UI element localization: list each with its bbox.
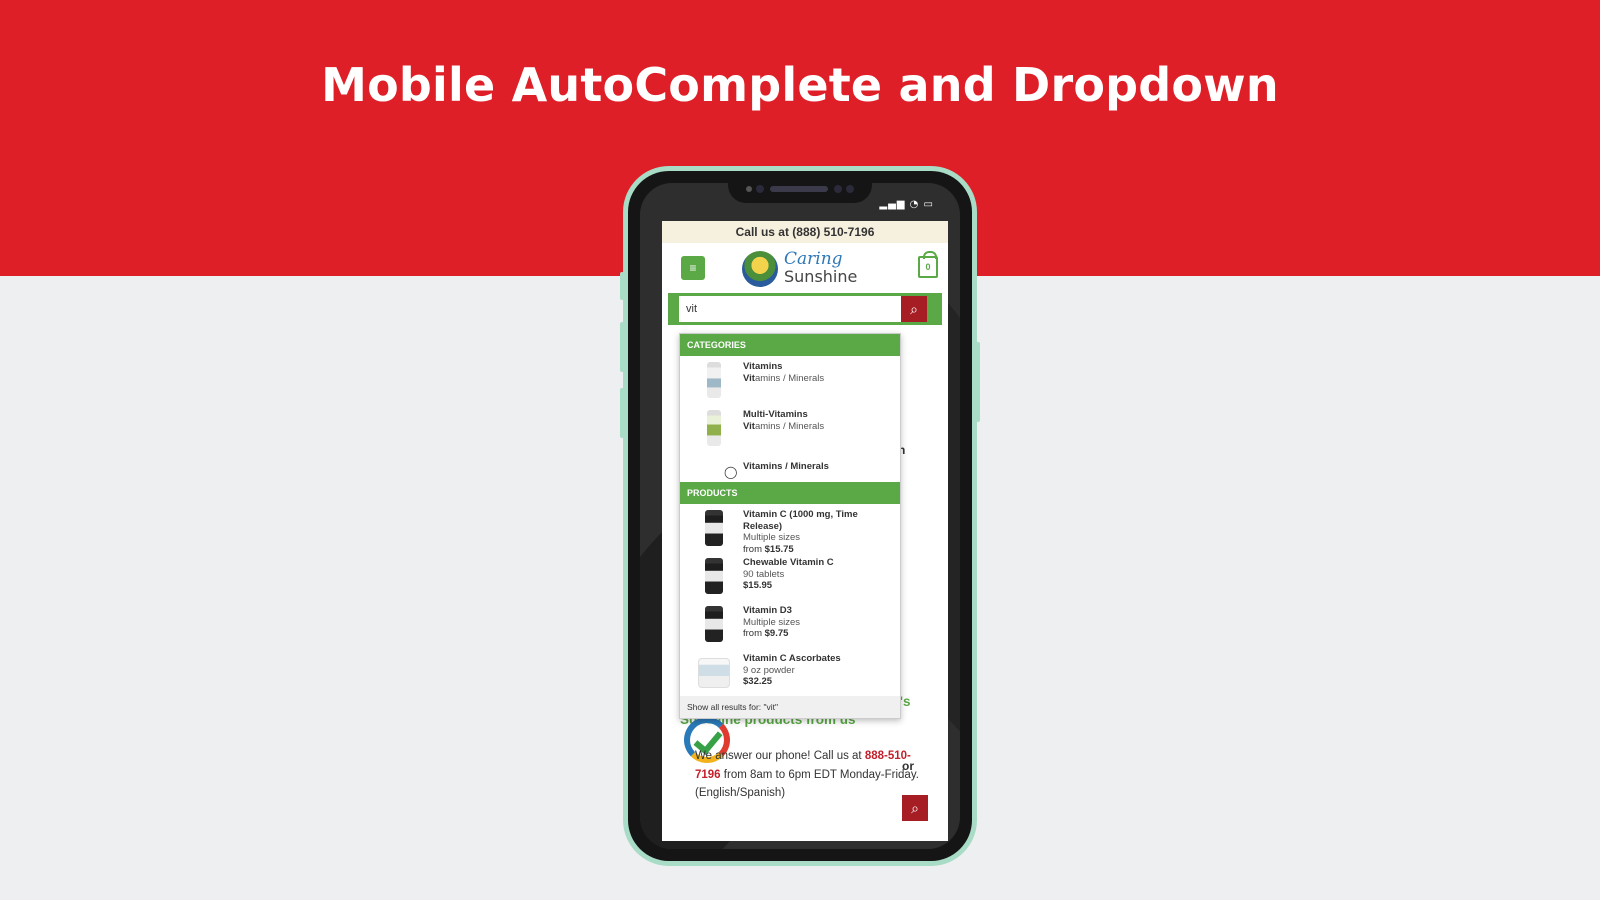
reason-1-text: We answer our phone! Call us at 888-510-…	[695, 747, 920, 803]
product-price: from $9.75	[743, 628, 898, 640]
category-path-rest: amins / Minerals	[754, 420, 825, 432]
product-size: Multiple sizes	[743, 616, 801, 628]
product-item[interactable]: Vitamin D3 Multiple sizes from $9.75	[680, 600, 900, 648]
categories-header: CATEGORIES	[680, 334, 900, 356]
category-thumbnail	[694, 360, 734, 400]
product-price: $32.25	[743, 676, 898, 688]
price-prefix: from	[743, 628, 765, 639]
cart-icon[interactable]: 0	[918, 251, 938, 278]
call-bar[interactable]: Call us at (888) 510-7196	[662, 221, 948, 243]
category-title: Multi-Vitamins	[743, 409, 808, 420]
category-item[interactable]: Vitamins Vitamins / Minerals	[680, 356, 900, 404]
price-value: $32.25	[743, 676, 773, 687]
product-thumbnail	[694, 652, 734, 692]
site-header: ≡ Caring Sunshine 0	[662, 243, 948, 293]
product-title: Vitamin C Ascorbates	[743, 653, 841, 664]
category-path-highlight: Vit	[743, 420, 755, 432]
phone-volume-down	[620, 388, 624, 438]
hamburger-menu-icon[interactable]: ≡	[681, 256, 705, 280]
phone-screen: Call us at (888) 510-7196 ≡ Caring Sunsh…	[662, 221, 948, 841]
category-path: Vitamins / Minerals	[743, 421, 898, 433]
category-title: Vitamins / Minerals	[743, 461, 829, 472]
phone-power-button	[976, 342, 980, 422]
phone-notch	[728, 171, 872, 203]
category-item[interactable]: ◯ Vitamins / Minerals	[680, 452, 900, 482]
product-title: Chewable Vitamin C	[743, 557, 834, 568]
category-path-rest: amins / Minerals	[754, 372, 825, 384]
product-thumbnail	[694, 556, 734, 596]
status-icons: ▂▄▆ ◔ ▭	[879, 199, 934, 210]
category-path: Vitamins / Minerals	[743, 373, 898, 385]
phone-mockup: ▂▄▆ ◔ ▭ Call us at (888) 510-7196 ≡ Cari…	[620, 166, 980, 866]
product-title: Vitamin D3	[743, 605, 792, 616]
phone-silent-switch	[620, 272, 624, 300]
product-size: 90 tablets	[743, 568, 785, 580]
search-button[interactable]: ⌕	[901, 296, 927, 322]
product-title: Vitamin C (1000 mg, Time Release)	[743, 509, 858, 532]
price-value: $15.95	[743, 580, 773, 591]
category-thumbnail	[694, 408, 734, 448]
product-price: $15.95	[743, 580, 898, 592]
search-bar: ⌕	[668, 293, 942, 325]
category-path-highlight: Vit	[743, 372, 755, 384]
reason-1-suffix: from 8am to 6pm EDT Monday-Friday. (Engl…	[695, 768, 919, 800]
logo-text-sunshine: Sunshine	[784, 267, 858, 286]
price-value: $9.75	[764, 628, 789, 639]
nature-sunshine-seal-icon	[742, 251, 778, 287]
product-size: Multiple sizes	[743, 532, 801, 543]
category-title: Vitamins	[743, 361, 783, 372]
tag-icon: ◯	[724, 465, 738, 479]
product-item[interactable]: Vitamin C (1000 mg, Time Release) Multip…	[680, 504, 900, 555]
category-item[interactable]: Multi-Vitamins Vitamins / Minerals	[680, 404, 900, 452]
product-thumbnail	[694, 508, 734, 548]
phone-volume-up	[620, 322, 624, 372]
reason-1-prefix: We answer our phone! Call us at	[695, 750, 865, 762]
phone-bezel: ▂▄▆ ◔ ▭ Call us at (888) 510-7196 ≡ Cari…	[628, 171, 972, 861]
category-thumbnail: ◯	[694, 456, 738, 496]
search-icon: ⌕	[910, 301, 918, 317]
site-logo[interactable]: Caring Sunshine	[742, 249, 872, 289]
logo-text-caring: Caring	[784, 249, 843, 269]
show-all-results-link[interactable]: Show all results for: "vit"	[680, 696, 900, 718]
product-item[interactable]: Chewable Vitamin C 90 tablets $15.95	[680, 552, 900, 600]
search-input[interactable]	[679, 296, 901, 322]
autocomplete-dropdown: CATEGORIES Vitamins Vitamins / Minerals …	[679, 333, 901, 719]
product-size: 9 oz powder	[743, 664, 795, 676]
product-item[interactable]: Vitamin C Ascorbates 9 oz powder $32.25	[680, 648, 900, 696]
cart-count: 0	[925, 262, 931, 272]
product-thumbnail	[694, 604, 734, 644]
banner-title: Mobile AutoComplete and Dropdown	[321, 58, 1279, 112]
